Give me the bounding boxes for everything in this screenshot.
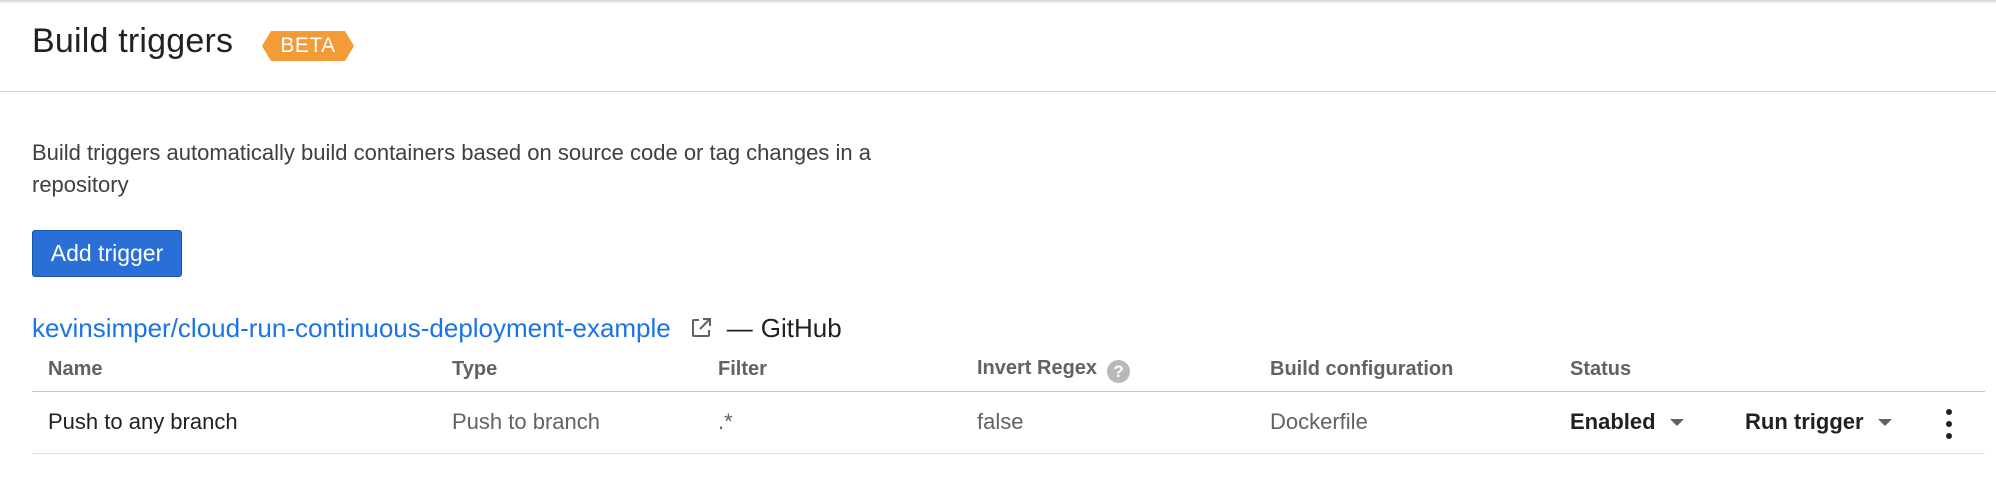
status-value: Enabled	[1570, 409, 1656, 434]
column-header-actions	[1729, 349, 1985, 392]
trigger-filter: .*	[702, 391, 961, 454]
repository-separator: —	[726, 312, 753, 343]
more-vert-icon[interactable]	[1943, 408, 1955, 439]
repository-host: GitHub	[760, 312, 842, 343]
column-header-status: Status	[1554, 349, 1729, 392]
repository-link[interactable]: kevinsimper/cloud-run-continuous-deploym…	[32, 313, 671, 344]
trigger-type: Push to branch	[436, 391, 702, 454]
page-header: Build triggers BETA	[0, 0, 1996, 92]
external-link-icon[interactable]	[689, 316, 713, 340]
kebab-dot	[1946, 408, 1952, 415]
page-description: Build triggers automatically build conta…	[32, 140, 871, 197]
column-header-invert-regex: Invert Regex?	[961, 349, 1254, 392]
table-row: Push to any branch Push to branch .* fal…	[32, 391, 1985, 454]
repository-heading: kevinsimper/cloud-run-continuous-deploym…	[32, 310, 842, 346]
column-header-name: Name	[32, 349, 436, 392]
kebab-dot	[1946, 432, 1952, 439]
trigger-actions-cell: Run trigger	[1729, 391, 1985, 454]
run-trigger-label: Run trigger	[1745, 409, 1864, 434]
trigger-name: Push to any branch	[32, 391, 436, 454]
trigger-status-cell: Enabled	[1554, 391, 1729, 454]
add-trigger-button[interactable]: Add trigger	[32, 230, 182, 277]
column-header-filter: Filter	[702, 349, 961, 392]
column-header-build-configuration: Build configuration	[1254, 349, 1554, 392]
run-trigger-dropdown[interactable]: Run trigger	[1745, 409, 1892, 435]
caret-down-icon	[1669, 418, 1684, 426]
help-icon[interactable]: ?	[1107, 359, 1131, 383]
page-title: Build triggers	[32, 22, 234, 60]
column-header-type: Type	[436, 349, 702, 392]
trigger-build-configuration: Dockerfile	[1254, 391, 1554, 454]
kebab-dot	[1946, 420, 1952, 427]
beta-badge: BETA	[262, 31, 354, 61]
column-header-invert-regex-label: Invert Regex	[977, 356, 1098, 379]
triggers-table: Name Type Filter Invert Regex? Build con…	[32, 349, 1985, 454]
table-header-row: Name Type Filter Invert Regex? Build con…	[32, 349, 1985, 392]
caret-down-icon	[1877, 418, 1892, 426]
trigger-invert-regex: false	[961, 391, 1254, 454]
status-dropdown[interactable]: Enabled	[1570, 409, 1684, 435]
